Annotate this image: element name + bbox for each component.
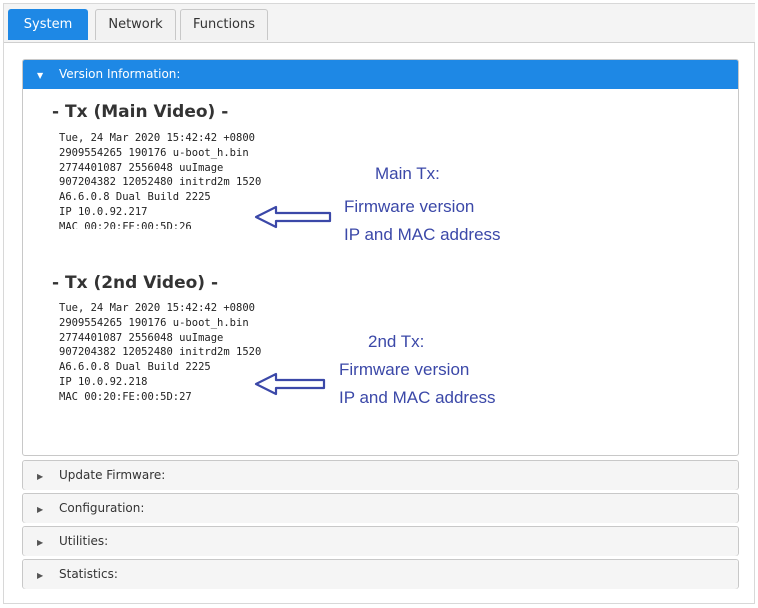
arrow-left-icon: [254, 205, 332, 229]
utilities-header[interactable]: ▶ Utilities:: [23, 527, 738, 556]
info-line: 907204382 12052480 initrd2m 1520: [59, 346, 262, 359]
update-firmware-panel[interactable]: ▶ Update Firmware:: [22, 460, 739, 490]
annotation-second-tx-firmware: Firmware version: [339, 360, 470, 379]
caret-right-icon: ▶: [37, 538, 44, 547]
caret-down-icon: ▼: [37, 71, 44, 80]
tx-second-version-text: Tue, 24 Mar 2020 15:42:42 +0800 290955426…: [59, 301, 261, 405]
info-line: MAC 00:20:FE:00:5D:27: [59, 390, 192, 403]
info-line: Tue, 24 Mar 2020 15:42:42 +0800: [59, 132, 255, 144]
arrow-left-icon: [254, 372, 326, 396]
statistics-panel[interactable]: ▶ Statistics:: [22, 559, 739, 589]
update-firmware-label: Update Firmware:: [59, 468, 166, 482]
info-line: IP 10.0.92.217: [59, 205, 148, 218]
version-information-header[interactable]: ▼ Version Information:: [23, 60, 738, 89]
caret-right-icon: ▶: [37, 505, 44, 514]
caret-right-icon: ▶: [37, 472, 44, 481]
info-line: A6.6.0.8 Dual Build 2225: [59, 191, 211, 204]
statistics-header[interactable]: ▶ Statistics:: [23, 560, 738, 589]
configuration-panel[interactable]: ▶ Configuration:: [22, 493, 739, 523]
info-line: MAC 00:20:FE:00:5D:26: [59, 220, 192, 229]
info-line: 2909554265 190176 u-boot_h.bin: [59, 146, 249, 159]
info-line: A6.6.0.8 Dual Build 2225: [59, 361, 211, 374]
version-information-label: Version Information:: [59, 67, 181, 81]
update-firmware-header[interactable]: ▶ Update Firmware:: [23, 461, 738, 490]
utilities-label: Utilities:: [59, 534, 109, 548]
info-line: IP 10.0.92.218: [59, 375, 148, 388]
annotation-main-tx-ip-mac: IP and MAC address: [344, 225, 501, 244]
tab-network[interactable]: Network: [95, 9, 176, 40]
tx-main-title: - Tx (Main Video) -: [52, 102, 229, 122]
tab-system[interactable]: System: [8, 9, 88, 40]
configuration-label: Configuration:: [59, 501, 145, 515]
caret-right-icon: ▶: [37, 571, 44, 580]
annotation-main-tx-heading: Main Tx:: [375, 164, 440, 183]
info-line: 907204382 12052480 initrd2m 1520: [59, 176, 262, 189]
info-line: 2909554265 190176 u-boot_h.bin: [59, 316, 249, 329]
configuration-header[interactable]: ▶ Configuration:: [23, 494, 738, 523]
utilities-panel[interactable]: ▶ Utilities:: [22, 526, 739, 556]
annotation-main-tx-firmware: Firmware version: [344, 197, 475, 216]
annotation-second-tx-heading: 2nd Tx:: [368, 332, 425, 351]
annotation-second-tx-ip-mac: IP and MAC address: [339, 388, 496, 407]
tx-second-title: - Tx (2nd Video) -: [52, 273, 219, 293]
info-line: 2774401087 2556048 uuImage: [59, 331, 224, 344]
info-line: Tue, 24 Mar 2020 15:42:42 +0800: [59, 302, 255, 314]
tx-main-version-text: Tue, 24 Mar 2020 15:42:42 +0800 290955426…: [59, 131, 261, 229]
statistics-label: Statistics:: [59, 567, 118, 581]
tab-functions[interactable]: Functions: [180, 9, 268, 40]
info-line: 2774401087 2556048 uuImage: [59, 161, 224, 174]
